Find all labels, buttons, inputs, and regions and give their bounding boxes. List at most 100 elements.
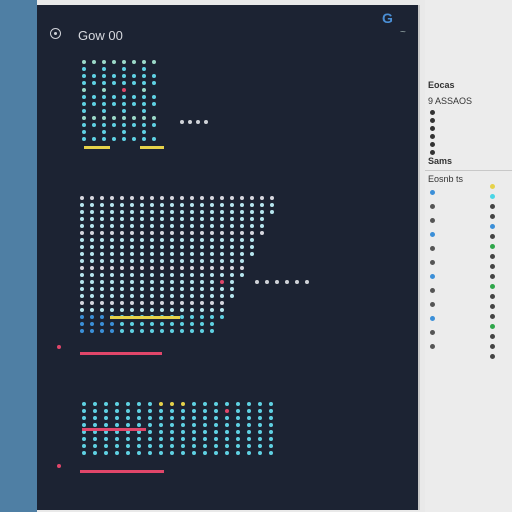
dot xyxy=(110,259,114,263)
dot xyxy=(240,231,244,235)
dot xyxy=(250,196,254,200)
dot xyxy=(150,259,154,263)
dot xyxy=(100,322,104,326)
dot xyxy=(190,266,194,270)
dot xyxy=(210,287,214,291)
bar xyxy=(140,146,164,149)
dot xyxy=(100,224,104,228)
dot xyxy=(220,280,224,284)
dot xyxy=(93,423,97,427)
bar xyxy=(80,352,162,355)
dot xyxy=(192,423,196,427)
left-sidebar-strip xyxy=(0,0,37,512)
dot xyxy=(140,203,144,207)
dot xyxy=(152,81,156,85)
dot xyxy=(132,74,136,78)
dot xyxy=(250,224,254,228)
dot xyxy=(100,329,104,333)
dot xyxy=(140,196,144,200)
dot xyxy=(148,416,152,420)
dot xyxy=(180,322,184,326)
dot xyxy=(100,273,104,277)
dot xyxy=(120,196,124,200)
marker-dot xyxy=(490,194,495,199)
dot xyxy=(190,273,194,277)
dot xyxy=(112,74,116,78)
dot xyxy=(159,402,163,406)
dot xyxy=(120,259,124,263)
dot xyxy=(270,210,274,214)
marker-dot xyxy=(490,324,495,329)
dot xyxy=(240,266,244,270)
dot xyxy=(188,120,192,124)
dot xyxy=(220,210,224,214)
dot xyxy=(80,280,84,284)
dot xyxy=(80,294,84,298)
dot xyxy=(192,437,196,441)
dot xyxy=(120,273,124,277)
dot xyxy=(142,81,146,85)
dot xyxy=(240,259,244,263)
dot xyxy=(180,301,184,305)
dot xyxy=(230,238,234,242)
dot xyxy=(210,308,214,312)
marker-dot xyxy=(490,204,495,209)
dot xyxy=(82,123,86,127)
dot xyxy=(82,81,86,85)
marker-dot xyxy=(490,254,495,259)
dot xyxy=(180,259,184,263)
dot xyxy=(150,210,154,214)
dot xyxy=(142,130,146,134)
dot xyxy=(181,430,185,434)
dot xyxy=(120,245,124,249)
dot xyxy=(230,273,234,277)
dot xyxy=(225,409,229,413)
dot xyxy=(236,423,240,427)
dot xyxy=(190,245,194,249)
dot xyxy=(130,308,134,312)
dot xyxy=(132,123,136,127)
dot xyxy=(100,238,104,242)
dot xyxy=(120,287,124,291)
settings-icon[interactable] xyxy=(50,28,61,39)
dot xyxy=(170,430,174,434)
dot xyxy=(110,301,114,305)
dot xyxy=(82,416,86,420)
right-panel-subheader: 9 ASSAOS xyxy=(428,96,473,106)
dot xyxy=(148,409,152,413)
dot xyxy=(140,224,144,228)
dot xyxy=(230,280,234,284)
dot xyxy=(100,203,104,207)
dot xyxy=(82,409,86,413)
marker-dot xyxy=(430,260,435,265)
dot xyxy=(181,444,185,448)
dot xyxy=(82,88,86,92)
dot xyxy=(140,231,144,235)
dot xyxy=(90,224,94,228)
dot xyxy=(203,416,207,420)
dot xyxy=(190,280,194,284)
dot xyxy=(150,308,154,312)
dot xyxy=(130,287,134,291)
dot xyxy=(140,252,144,256)
dot xyxy=(260,217,264,221)
dot xyxy=(90,266,94,270)
dot xyxy=(190,308,194,312)
dot xyxy=(230,217,234,221)
dot xyxy=(80,203,84,207)
logo-mark: G xyxy=(382,10,393,26)
dot xyxy=(80,266,84,270)
dot xyxy=(258,423,262,427)
dot xyxy=(160,308,164,312)
dot xyxy=(90,280,94,284)
dot xyxy=(104,444,108,448)
dot xyxy=(210,259,214,263)
dot xyxy=(236,416,240,420)
bar xyxy=(80,470,164,473)
dot xyxy=(180,196,184,200)
panel-menu-icon[interactable]: ~ xyxy=(400,27,406,38)
dot xyxy=(150,224,154,228)
dot xyxy=(160,196,164,200)
dot xyxy=(142,123,146,127)
dot xyxy=(148,451,152,455)
